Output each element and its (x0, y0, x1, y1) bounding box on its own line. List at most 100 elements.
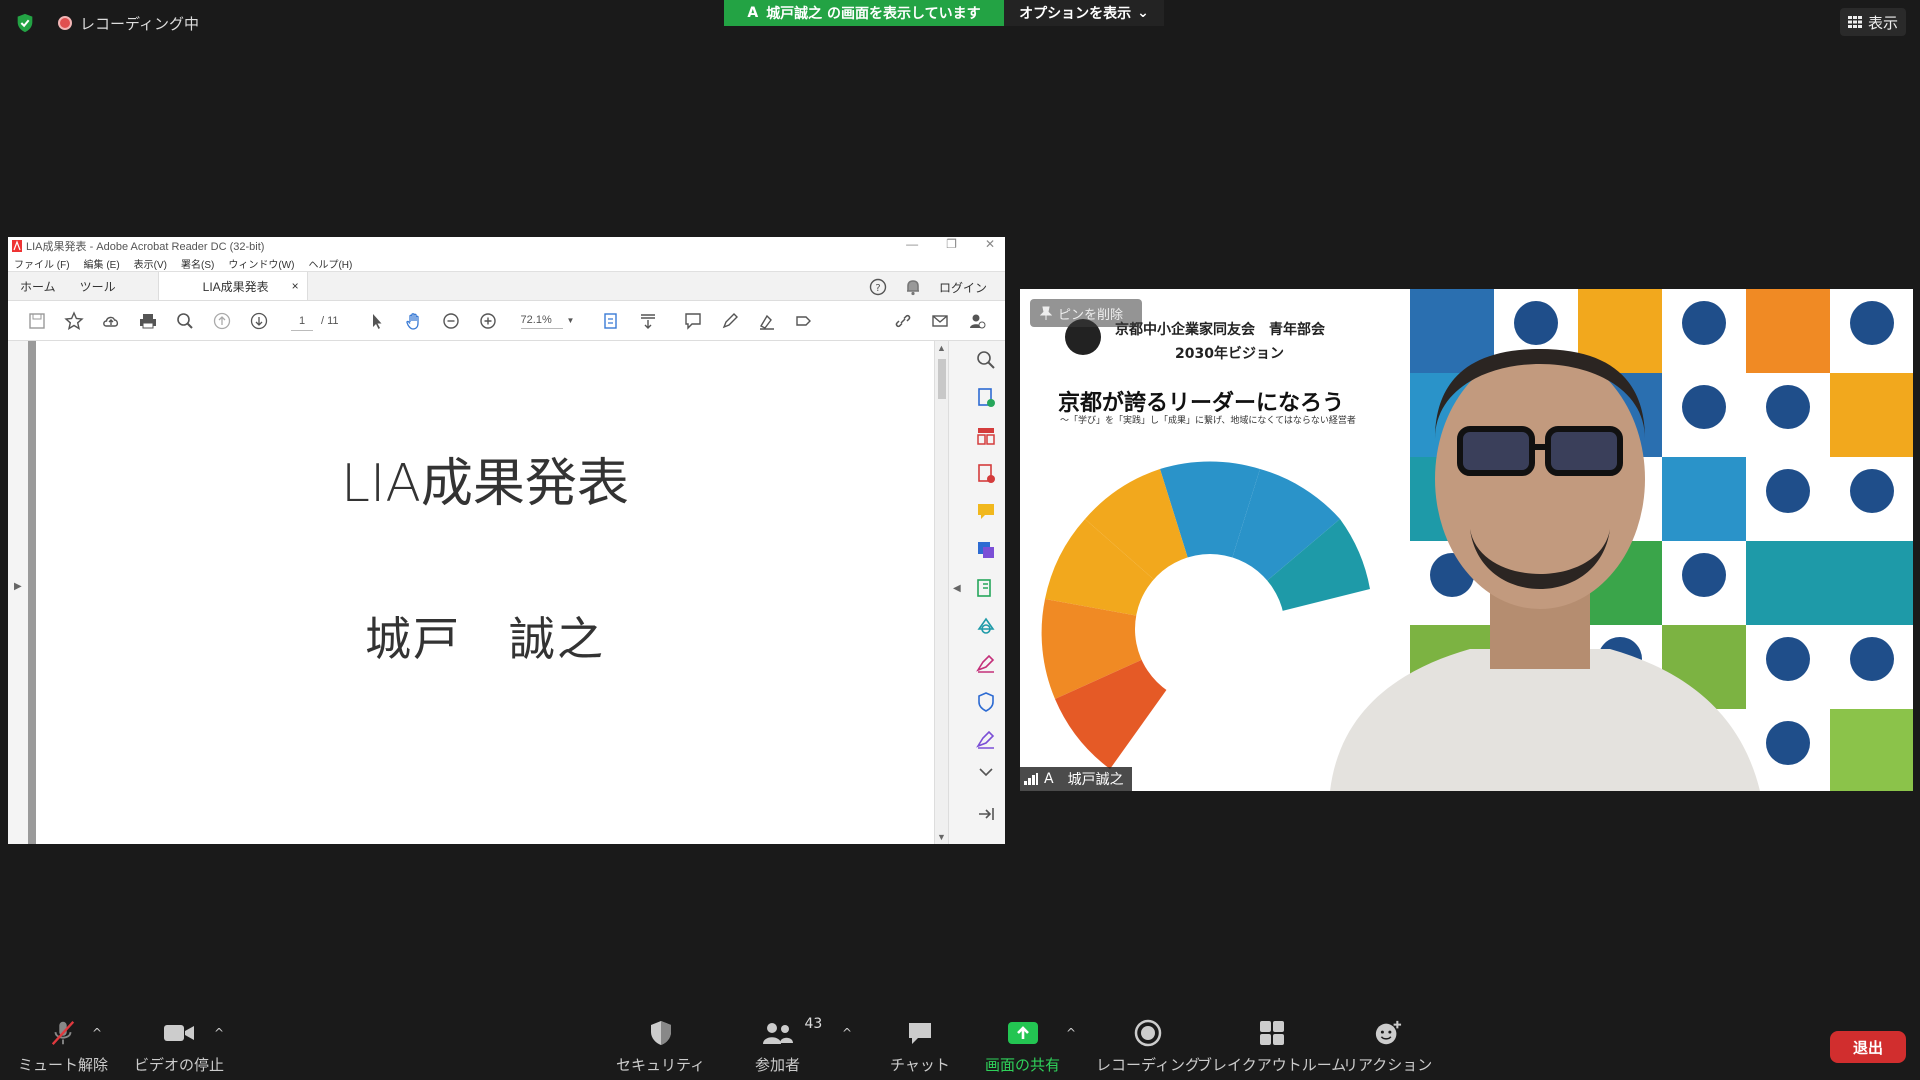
unpin-video-button[interactable]: ピンを削除 (1030, 299, 1142, 327)
menu-file[interactable]: ファイル (F) (14, 256, 70, 271)
protect-shield-icon[interactable] (975, 691, 997, 713)
scroll-up-icon[interactable]: ▲ (937, 343, 946, 353)
pdf-page[interactable]: LIA成果発表 城戸 誠之 (36, 341, 934, 844)
restore-icon[interactable]: ❐ (946, 237, 957, 251)
left-panel-toggle[interactable]: ▶ (8, 341, 28, 844)
acrobat-menu-bar: ファイル (F) 編集 (E) 表示(V) 署名(S) ウィンドウ(W) ヘルプ… (8, 255, 1005, 271)
save-icon[interactable] (18, 305, 55, 337)
poster-title-line2: 2030年ビジョン (1175, 346, 1284, 362)
menu-window[interactable]: ウィンドウ(W) (228, 256, 294, 271)
view-layout-button[interactable]: 表示 (1839, 8, 1906, 36)
bookmark-star-icon[interactable] (55, 305, 92, 337)
chevron-down-icon: ⌄ (1137, 5, 1149, 21)
zoom-dropdown-icon[interactable]: ▼ (567, 316, 575, 325)
comment-tool-icon[interactable] (975, 501, 997, 523)
tab-close-icon[interactable]: × (292, 279, 299, 293)
email-icon[interactable] (921, 305, 958, 337)
top-left-status: レコーディング中 (14, 12, 199, 34)
video-camera-icon (164, 1025, 194, 1041)
send-review-icon[interactable] (975, 539, 997, 561)
scroll-down-icon[interactable]: ▼ (937, 832, 946, 842)
audio-options-chevron-icon[interactable]: ^ (92, 1026, 102, 1040)
share-screen-button[interactable]: 画面の共有 (985, 1018, 1060, 1075)
leave-meeting-button[interactable]: 退出 (1830, 1031, 1906, 1063)
minimize-icon[interactable]: — (906, 237, 918, 251)
breakout-rooms-button[interactable]: ブレイクアウトルーム (1197, 1018, 1346, 1075)
upload-cloud-icon[interactable] (92, 305, 129, 337)
recording-button-label: レコーディング (1096, 1056, 1200, 1074)
tab-tools[interactable]: ツール (68, 272, 128, 300)
shared-acrobat-window: LIA成果発表 - Adobe Acrobat Reader DC (32-bi… (8, 237, 1005, 844)
svg-text:?: ? (875, 283, 880, 294)
recording-indicator: レコーディング中 (58, 13, 199, 34)
next-page-icon[interactable] (240, 305, 277, 337)
comment-icon[interactable] (674, 305, 711, 337)
organize-pages-icon[interactable] (975, 425, 997, 447)
zoom-tool-icon[interactable] (975, 349, 997, 371)
draw-sign-icon[interactable] (748, 305, 785, 337)
notification-bell-icon[interactable] (905, 278, 921, 296)
page-total-label: / 11 (321, 314, 339, 327)
zoom-level-select[interactable]: 72.1% (520, 312, 563, 329)
page-fit-icon[interactable] (592, 305, 629, 337)
security-button[interactable]: セキュリティ (616, 1018, 705, 1075)
menu-edit[interactable]: 編集 (E) (84, 256, 120, 271)
print-icon[interactable] (129, 305, 166, 337)
menu-view[interactable]: 表示(V) (134, 256, 167, 271)
collapse-right-pane-icon[interactable] (975, 803, 997, 825)
tab-document-label: LIA成果発表 (202, 279, 269, 294)
more-tools-chevron-icon[interactable] (975, 761, 997, 783)
participants-button[interactable]: 43 参加者 (755, 1016, 822, 1075)
vertical-scrollbar[interactable]: ▲ ▼ (934, 341, 948, 844)
chat-button[interactable]: チャット (890, 1018, 950, 1075)
recording-button[interactable]: レコーディング (1096, 1018, 1200, 1075)
export-pdf-icon[interactable] (975, 387, 997, 409)
page-gutter (28, 341, 36, 844)
hand-tool-icon[interactable] (396, 305, 433, 337)
previous-page-icon[interactable] (203, 305, 240, 337)
stop-video-button[interactable]: ビデオの停止 (134, 1018, 224, 1075)
acrobat-logo-icon (12, 240, 22, 252)
menu-sign[interactable]: 署名(S) (181, 256, 214, 271)
menu-help[interactable]: ヘルプ(H) (308, 256, 352, 271)
collapse-pane-icon[interactable]: ◀ (953, 583, 961, 594)
reactions-button[interactable]: リアクション (1343, 1018, 1432, 1075)
scan-ocr-icon[interactable] (975, 615, 997, 637)
help-icon[interactable]: ? (869, 278, 887, 296)
expand-right-icon: ▶ (14, 581, 22, 592)
unpin-label: ピンを削除 (1058, 307, 1124, 323)
highlight-pen-icon[interactable] (711, 305, 748, 337)
search-zoom-icon[interactable] (166, 305, 203, 337)
meeting-control-bar: ミュート解除 ^ ビデオの停止 ^ セキュリティ 43 参加者 ^ チャット 画… (0, 1010, 1920, 1080)
share-options-chevron-icon[interactable]: ^ (1066, 1026, 1076, 1040)
participants-count-badge: 43 (804, 1016, 823, 1032)
participants-options-chevron-icon[interactable]: ^ (842, 1026, 852, 1040)
login-link[interactable]: ログイン (939, 279, 987, 296)
page-number-input[interactable]: 1 (291, 311, 313, 331)
participant-video-tile[interactable]: 京都中小企業家同友会 青年部会 2030年ビジョン 京都が誇るリーダーになろう … (1020, 289, 1913, 791)
request-signature-icon[interactable] (975, 729, 997, 751)
right-tools-pane: ◀ (948, 341, 1005, 844)
fill-sign-icon[interactable] (785, 305, 822, 337)
tab-home[interactable]: ホーム (8, 272, 68, 300)
close-window-icon[interactable]: ✕ (985, 237, 995, 251)
select-arrow-icon[interactable] (359, 305, 396, 337)
create-pdf-icon[interactable] (975, 463, 997, 485)
view-options-button[interactable]: オプションを表示 ⌄ (1004, 0, 1164, 26)
scroll-mode-icon[interactable] (629, 305, 666, 337)
participant-name-tag: A 城戸誠之 (1020, 767, 1132, 791)
zoom-out-icon[interactable] (433, 305, 470, 337)
tab-document[interactable]: LIA成果発表 × (157, 272, 308, 300)
pdf-document-author: 城戸 誠之 (365, 612, 605, 666)
video-options-chevron-icon[interactable]: ^ (214, 1026, 224, 1040)
compress-pdf-icon[interactable] (975, 577, 997, 599)
fill-sign-tool-icon[interactable] (975, 653, 997, 675)
scrollbar-thumb[interactable] (938, 359, 946, 399)
share-link-icon[interactable] (884, 305, 921, 337)
share-banner-text: 城戸誠之 の画面を表示しています (766, 6, 981, 22)
window-controls: — ❐ ✕ (906, 237, 995, 251)
record-icon (1134, 1019, 1162, 1047)
zoom-in-icon[interactable] (470, 305, 507, 337)
account-add-icon[interactable] (958, 305, 995, 337)
security-shield-icon[interactable] (14, 12, 36, 34)
